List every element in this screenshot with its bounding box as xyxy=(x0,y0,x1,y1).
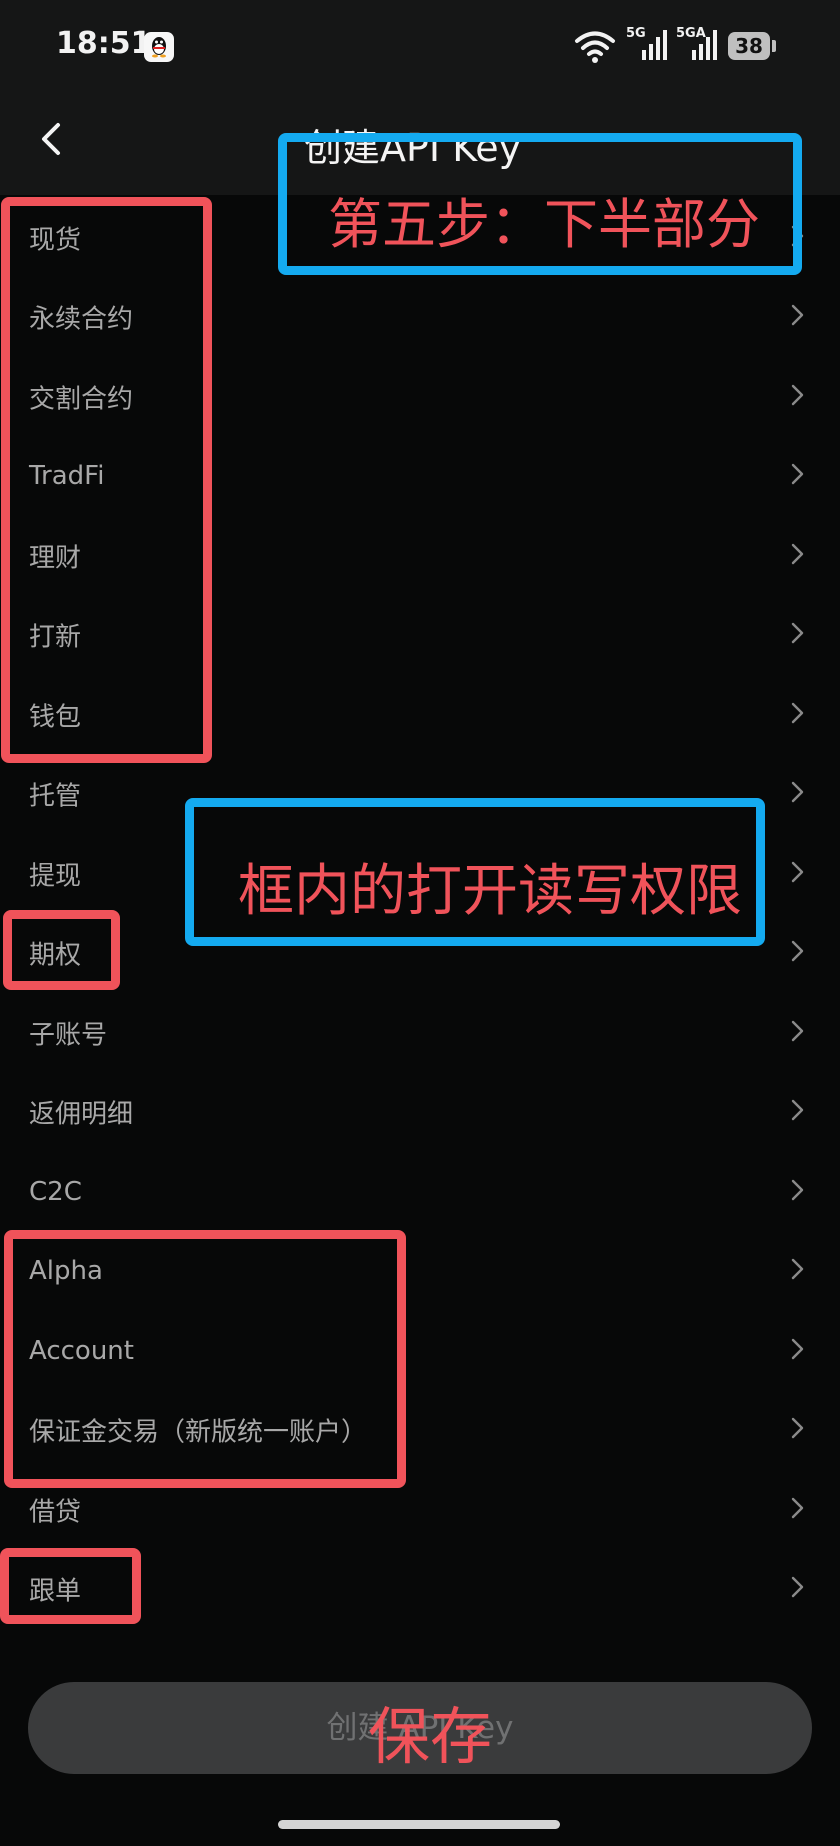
annotation-instruction: 框内的打开读写权限 xyxy=(238,859,742,924)
status-bar: 18:51 5G 5GA 38 xyxy=(0,0,840,95)
qq-icon xyxy=(144,32,174,62)
chevron-right-icon xyxy=(789,1178,807,1206)
annotation-box-options xyxy=(3,910,120,990)
chevron-right-icon xyxy=(789,1257,807,1285)
chevron-right-icon xyxy=(789,462,807,490)
chevron-right-icon xyxy=(789,1416,807,1444)
battery-level: 38 xyxy=(735,34,763,58)
permission-row-label: 托管 xyxy=(29,781,82,812)
home-indicator[interactable] xyxy=(278,1820,560,1829)
annotation-box-group-2 xyxy=(4,1230,406,1488)
chevron-right-icon xyxy=(789,303,807,331)
permission-row-label: 返佣明细 xyxy=(29,1099,134,1130)
signal-5g-label: 5G xyxy=(626,26,646,41)
chevron-right-icon xyxy=(789,939,807,967)
permission-row[interactable]: C2C xyxy=(0,1152,840,1232)
permission-row-label: 提现 xyxy=(29,861,82,892)
status-time: 18:51 xyxy=(56,26,152,61)
back-button[interactable] xyxy=(30,109,74,169)
annotation-box-copy-trading xyxy=(0,1548,141,1624)
chevron-right-icon xyxy=(789,860,807,888)
chevron-right-icon xyxy=(789,1575,807,1603)
permission-row-label: 借贷 xyxy=(29,1497,82,1528)
permission-row[interactable]: 子账号 xyxy=(0,993,840,1073)
chevron-left-icon xyxy=(42,123,60,155)
chevron-right-icon xyxy=(789,621,807,649)
signal-5g-icon: 5G xyxy=(626,26,668,66)
annotation-save-label: 保存 xyxy=(368,1700,493,1773)
chevron-right-icon xyxy=(789,701,807,729)
signal-5ga-icon: 5GA xyxy=(676,26,718,66)
permission-row-label: 子账号 xyxy=(29,1020,108,1051)
annotation-box-group-1 xyxy=(1,197,212,763)
chevron-right-icon xyxy=(789,1019,807,1047)
chevron-right-icon xyxy=(789,542,807,570)
chevron-right-icon xyxy=(789,1337,807,1365)
battery-icon: 38 xyxy=(728,32,770,60)
chevron-right-icon xyxy=(789,780,807,808)
signal-5ga-label: 5GA xyxy=(676,26,706,41)
permission-row-label: C2C xyxy=(29,1176,82,1207)
chevron-right-icon xyxy=(789,1098,807,1126)
permission-row[interactable]: 返佣明细 xyxy=(0,1073,840,1153)
chevron-right-icon xyxy=(789,383,807,411)
chevron-right-icon xyxy=(789,1496,807,1524)
wifi-icon xyxy=(574,28,616,68)
battery-tip xyxy=(772,40,776,52)
annotation-step-label: 第五步：下半部分 xyxy=(328,193,760,256)
